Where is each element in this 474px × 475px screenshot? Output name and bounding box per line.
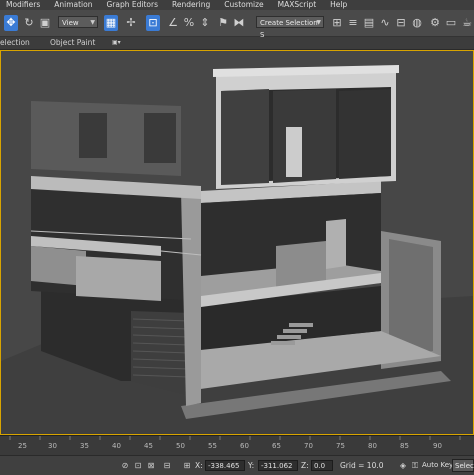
- view-dropdown[interactable]: View ▼: [58, 16, 98, 28]
- view-dropdown-label: View: [62, 19, 79, 27]
- isolate-icon[interactable]: ⊡: [133, 460, 143, 471]
- render-icon[interactable]: ☕: [460, 15, 474, 31]
- timeline-tick-label: 35: [80, 442, 89, 450]
- menu-help[interactable]: Help: [324, 0, 355, 10]
- menu-bar: Modifiers Animation Graph Editors Render…: [0, 0, 474, 10]
- object-paint-tab[interactable]: Object Paint: [50, 37, 95, 49]
- lock-selection-icon[interactable]: ⊘: [120, 460, 130, 471]
- ribbon-strip: election Object Paint ▣▾: [0, 37, 474, 50]
- status-bar: ⊘ ⊡ ⊠ ⊟ ⊞ X: -338.465 Y: -311.062 Z: 0.0…: [0, 455, 474, 475]
- timeline-tick-label: 55: [208, 442, 217, 450]
- selection-set-label: Create Selection S: [260, 19, 318, 39]
- auto-key-button[interactable]: Auto Key: [422, 459, 453, 472]
- menu-rendering[interactable]: Rendering: [166, 0, 218, 10]
- y-label: Y:: [248, 461, 255, 470]
- timeline-tick-label: 40: [112, 442, 121, 450]
- snap-status-icon[interactable]: ⊠: [146, 460, 156, 471]
- selection-tab[interactable]: election: [0, 37, 30, 49]
- key-filter-icon[interactable]: ⚿: [410, 460, 420, 471]
- timeline-tick-label: 75: [336, 442, 345, 450]
- relative-mode-icon[interactable]: ⊞: [182, 460, 192, 471]
- menu-modifiers[interactable]: Modifiers: [0, 0, 48, 10]
- percent-snap-icon[interactable]: %: [182, 15, 196, 31]
- chevron-down-icon: ▼: [90, 19, 95, 26]
- material-editor-icon[interactable]: ◍: [410, 15, 424, 31]
- rotate-icon[interactable]: ↻: [22, 15, 36, 31]
- main-toolbar: ✥ ↻ ▣ View ▼ ▦ ✢ ⊡ ∠ % ⇕ ⚑ ⧓ Create Sele…: [0, 10, 474, 39]
- chevron-down-icon: ▼: [316, 19, 321, 26]
- timeline-tick-label: 60: [240, 442, 249, 450]
- x-coordinate-field[interactable]: -338.465: [205, 460, 245, 471]
- spinner-snap-icon[interactable]: ⇕: [198, 15, 212, 31]
- timeline-tick-label: 45: [144, 442, 153, 450]
- timeline-tick-label: 65: [272, 442, 281, 450]
- menu-animation[interactable]: Animation: [48, 0, 100, 10]
- timeline-ruler[interactable]: 25 30 35 40 45 50 55 60 65 70 75 80 85 9…: [0, 435, 474, 456]
- time-tag-icon[interactable]: ◈: [398, 460, 408, 471]
- curve-editor-icon[interactable]: ∿: [378, 15, 392, 31]
- menu-graph-editors[interactable]: Graph Editors: [100, 0, 166, 10]
- perspective-viewport[interactable]: [0, 50, 474, 435]
- grid-size-label: Grid = 10.0: [340, 461, 384, 470]
- select-manipulate-icon[interactable]: ✢: [124, 15, 138, 31]
- timeline-tick-label: 25: [18, 442, 27, 450]
- snap-3d-icon[interactable]: ⊡: [146, 15, 160, 31]
- building-model-render: [1, 65, 473, 434]
- selection-set-dropdown[interactable]: Create Selection S ▼: [256, 16, 324, 39]
- timeline-tick-label: 30: [48, 442, 57, 450]
- rendered-frame-icon[interactable]: ▭: [444, 15, 458, 31]
- pivot-icon[interactable]: ▦: [104, 15, 118, 31]
- timeline-tick-label: 90: [433, 442, 442, 450]
- timeline-tick-label: 50: [176, 442, 185, 450]
- graphite-icon[interactable]: ▤: [362, 15, 376, 31]
- timeline-tick-label: 70: [304, 442, 313, 450]
- schematic-view-icon[interactable]: ⊟: [394, 15, 408, 31]
- z-coordinate-field[interactable]: 0.0: [311, 460, 333, 471]
- absolute-mode-icon[interactable]: ⊟: [162, 460, 172, 471]
- render-setup-icon[interactable]: ⚙: [428, 15, 442, 31]
- ribbon-options-icon[interactable]: ▣▾: [112, 37, 121, 49]
- scale-icon[interactable]: ▣: [38, 15, 52, 31]
- menu-maxscript[interactable]: MAXScript: [272, 0, 325, 10]
- mirror-icon[interactable]: ⧓: [232, 15, 246, 31]
- edit-named-sets-icon[interactable]: ⚑: [216, 15, 230, 31]
- timeline-tick-label: 85: [400, 442, 409, 450]
- z-label: Z:: [301, 461, 309, 470]
- align-icon[interactable]: ⊞: [330, 15, 344, 31]
- x-label: X:: [195, 461, 203, 470]
- select-icon[interactable]: ✥: [4, 15, 18, 31]
- menu-customize[interactable]: Customize: [218, 0, 271, 10]
- selected-dropdown[interactable]: Selecte: [452, 459, 474, 472]
- angle-snap-icon[interactable]: ∠: [166, 15, 180, 31]
- layer-manager-icon[interactable]: ≡: [346, 15, 360, 31]
- timeline-tick-label: 80: [368, 442, 377, 450]
- y-coordinate-field[interactable]: -311.062: [258, 460, 298, 471]
